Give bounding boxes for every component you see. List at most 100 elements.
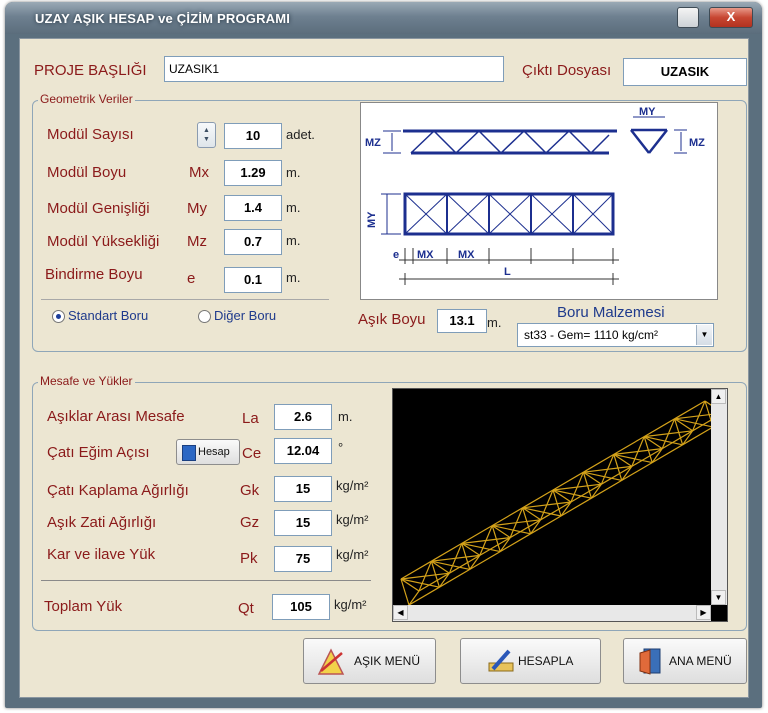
truss-member: [530, 519, 542, 535]
diagram-mx-label-1: MX: [417, 249, 434, 261]
other-pipe-radio[interactable]: [198, 310, 211, 323]
spacing-symbol: La: [242, 410, 259, 427]
main-menu-button[interactable]: ANA MENÜ: [623, 638, 747, 684]
module-length-label: Modül Boyu: [47, 164, 127, 181]
module-width-label: Modül Genişliği: [47, 200, 150, 217]
material-select[interactable]: st33 - Gem= 1110 kg/cm² ▼: [517, 323, 714, 347]
snow-load-input[interactable]: 75: [274, 546, 332, 572]
purlin-length-input[interactable]: 13.1: [437, 309, 487, 333]
module-width-input[interactable]: 1.4: [224, 195, 282, 221]
truss-member: [530, 515, 562, 535]
spacing-unit: m.: [338, 409, 353, 424]
self-weight-unit: kg/m²: [336, 512, 369, 527]
truss-member: [651, 444, 683, 464]
project-title-input[interactable]: UZASIK1: [164, 56, 504, 82]
diagram-my-label-left: MY: [366, 211, 378, 228]
minimize-button[interactable]: [677, 7, 699, 28]
spin-up-icon[interactable]: ▲: [203, 127, 210, 134]
purlin-menu-button[interactable]: AŞIK MENÜ: [303, 638, 436, 684]
spin-down-icon[interactable]: ▼: [203, 136, 210, 143]
calculate-button[interactable]: HESAPLA: [460, 638, 601, 684]
roof-cover-symbol: Gk: [240, 482, 260, 499]
snow-load-symbol: Pk: [240, 550, 258, 567]
spacing-input[interactable]: 2.6: [274, 404, 332, 430]
geometry-diagram: MZ MY MZ MY e MX MX L: [360, 102, 718, 300]
scroll-up-icon[interactable]: ▲: [711, 389, 726, 404]
roof-cover-label: Çatı Kaplama Ağırlığı: [47, 482, 189, 499]
module-height-input[interactable]: 0.7: [224, 229, 282, 255]
module-length-input[interactable]: 1.29: [224, 160, 282, 186]
truss-member: [469, 555, 481, 570]
module-count-spinner[interactable]: ▲ ▼: [197, 122, 216, 148]
truss-member: [651, 448, 663, 463]
diagram-mz-label-right: MZ: [689, 137, 705, 149]
ruler-pencil-icon: [488, 649, 514, 672]
truss-member: [560, 497, 592, 517]
other-pipe-label[interactable]: Diğer Boru: [214, 308, 276, 323]
drawing-tools-icon: [317, 648, 345, 675]
self-weight-input[interactable]: 15: [274, 510, 332, 536]
module-height-symbol: Mz: [187, 233, 207, 250]
module-length-unit: m.: [286, 165, 301, 180]
form-body: PROJE BAŞLIĞI UZASIK1 Çıktı Dosyası UZAS…: [19, 38, 749, 698]
divider: [41, 580, 371, 581]
chevron-down-icon[interactable]: ▼: [696, 325, 712, 345]
title-bar: UZAY AŞIK HESAP ve ÇİZİM PROGRAMI X: [5, 2, 762, 34]
vertical-scrollbar[interactable]: ▲ ▼: [711, 389, 727, 605]
module-height-unit: m.: [286, 233, 301, 248]
diagram-mx-label-2: MX: [458, 249, 475, 261]
roof-angle-input[interactable]: 12.04: [274, 438, 332, 464]
roof-angle-unit: °: [338, 440, 344, 455]
module-length-symbol: Mx: [189, 164, 209, 181]
truss-member: [621, 466, 633, 481]
exit-door-icon: [639, 648, 661, 675]
horizontal-scrollbar[interactable]: ◀ ▶: [393, 605, 711, 621]
output-file-input[interactable]: UZASIK: [623, 58, 747, 86]
overlap-unit: m.: [286, 270, 301, 285]
project-title-label: PROJE BAŞLIĞI: [34, 62, 147, 79]
diagram-e-label: e: [393, 249, 399, 261]
window-title: UZAY AŞIK HESAP ve ÇİZİM PROGRAMI: [35, 11, 291, 26]
geometry-group-label: Geometrik Veriler: [38, 92, 135, 106]
loads-group-label: Mesafe ve Yükler: [38, 374, 135, 388]
truss-member: [408, 590, 420, 606]
truss-member: [499, 533, 531, 553]
divider: [41, 299, 329, 300]
truss-member: [621, 462, 653, 481]
truss-member: [682, 426, 714, 446]
material-select-value: st33 - Gem= 1110 kg/cm²: [524, 328, 658, 342]
scroll-right-icon[interactable]: ▶: [696, 605, 711, 620]
purlin-length-unit: m.: [487, 315, 502, 330]
calculate-angle-label: Hesap: [198, 446, 230, 458]
truss-member: [682, 430, 694, 446]
total-load-input[interactable]: 105: [272, 594, 330, 620]
app-window: UZAY AŞIK HESAP ve ÇİZİM PROGRAMI X PROJ…: [5, 2, 762, 708]
truss-drawing-canvas[interactable]: ▲ ▼ ◀ ▶: [392, 388, 728, 622]
module-count-unit: adet.: [286, 127, 315, 142]
material-label: Boru Malzemesi: [557, 304, 665, 321]
truss-member: [590, 483, 602, 499]
calculate-label: HESAPLA: [518, 654, 574, 668]
overlap-symbol: e: [187, 270, 196, 287]
roof-cover-unit: kg/m²: [336, 478, 369, 493]
close-button[interactable]: X: [709, 7, 753, 28]
truss-member: [499, 537, 511, 552]
truss-member: [408, 586, 440, 606]
scroll-down-icon[interactable]: ▼: [711, 590, 726, 605]
scroll-left-icon[interactable]: ◀: [393, 605, 408, 620]
purlin-length-label: Aşık Boyu: [358, 311, 426, 328]
calculator-icon: [182, 445, 196, 461]
module-width-unit: m.: [286, 200, 301, 215]
truss-dimension-diagram: MZ MY MZ MY e MX MX L: [365, 106, 705, 285]
roof-cover-input[interactable]: 15: [274, 476, 332, 502]
snow-load-label: Kar ve ilave Yük: [47, 546, 156, 563]
roof-angle-label: Çatı Eğim Açısı: [47, 444, 150, 461]
calculate-angle-button[interactable]: Hesap: [176, 439, 240, 465]
snow-load-unit: kg/m²: [336, 547, 369, 562]
output-file-label: Çıktı Dosyası: [522, 62, 612, 79]
standard-pipe-label[interactable]: Standart Boru: [68, 308, 148, 323]
standard-pipe-radio[interactable]: [52, 310, 65, 323]
diagram-mz-label-left: MZ: [365, 137, 381, 149]
overlap-input[interactable]: 0.1: [224, 267, 282, 293]
module-count-input[interactable]: 10: [224, 123, 282, 149]
